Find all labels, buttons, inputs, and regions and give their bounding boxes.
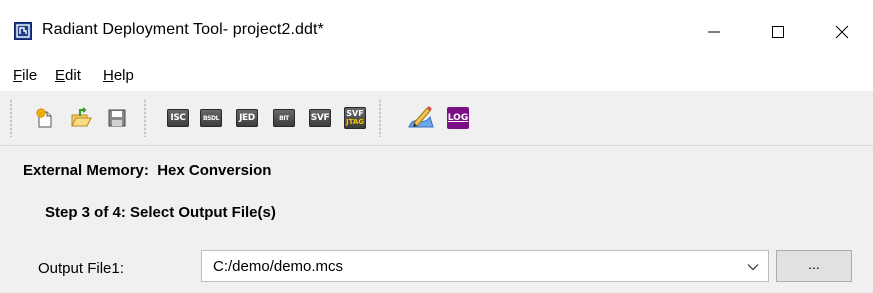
menu-help[interactable]: Help xyxy=(103,67,134,84)
minimize-icon xyxy=(708,31,720,33)
application-window: Radiant Deployment Tool- project2.ddt* F… xyxy=(0,0,873,293)
log-icon: LOG xyxy=(447,107,469,129)
browse-button[interactable]: ... xyxy=(776,250,852,282)
bsdl-export-button[interactable]: BSDL xyxy=(199,106,223,130)
close-button[interactable] xyxy=(810,0,873,64)
output-file-label: Output File1: xyxy=(38,260,124,277)
save-icon xyxy=(108,109,126,127)
radiant-app-icon[interactable] xyxy=(14,22,32,40)
menu-file[interactable]: File xyxy=(13,67,37,84)
deployment-edit-button[interactable] xyxy=(406,103,436,131)
title-bar: Radiant Deployment Tool- project2.ddt* xyxy=(0,0,873,64)
view-log-button[interactable]: LOG xyxy=(446,106,470,130)
svf-export-button[interactable]: SVF xyxy=(308,106,332,130)
jed-format-icon: JED xyxy=(236,109,258,127)
bitstream-format-icon: BIT xyxy=(273,109,295,127)
maximize-icon xyxy=(772,26,784,38)
step-title: Step 3 of 4: Select Output File(s) xyxy=(45,204,276,221)
open-folder-icon xyxy=(71,107,92,127)
isc-format-icon: ISC xyxy=(167,109,189,127)
toolbar-grip[interactable] xyxy=(144,99,146,137)
svf-jtag-export-button[interactable]: SVF JTAG xyxy=(343,106,367,130)
save-button[interactable] xyxy=(105,106,129,130)
svf-jtag-format-icon: SVF JTAG xyxy=(344,107,366,129)
new-project-button[interactable] xyxy=(33,106,57,130)
jed-export-button[interactable]: JED xyxy=(235,106,259,130)
close-icon xyxy=(835,25,849,39)
toolbar-grip[interactable] xyxy=(10,99,12,137)
new-file-icon xyxy=(36,108,52,128)
toolbar: ISC BSDL JED BIT SVF SVF JTAG LOG xyxy=(0,91,873,146)
deploy-edit-icon xyxy=(408,106,434,128)
bitstream-export-button[interactable]: BIT xyxy=(272,106,296,130)
maximize-button[interactable] xyxy=(746,0,810,64)
output-file-combobox[interactable]: C:/demo/demo.mcs xyxy=(201,250,769,282)
isc-export-button[interactable]: ISC xyxy=(166,106,190,130)
toolbar-grip[interactable] xyxy=(379,99,381,137)
svf-format-icon: SVF xyxy=(309,109,331,127)
menu-bar: File Edit Help xyxy=(0,64,873,91)
window-title: Radiant Deployment Tool- project2.ddt* xyxy=(42,21,324,38)
section-title: External Memory: Hex Conversion xyxy=(23,162,272,179)
menu-edit[interactable]: Edit xyxy=(55,67,81,84)
bsdl-format-icon: BSDL xyxy=(200,109,222,127)
output-file-value: C:/demo/demo.mcs xyxy=(213,258,344,275)
open-project-button[interactable] xyxy=(69,106,93,130)
wizard-panel: External Memory: Hex Conversion Step 3 o… xyxy=(0,146,873,293)
chevron-down-icon[interactable] xyxy=(746,260,760,274)
minimize-button[interactable] xyxy=(682,0,746,64)
